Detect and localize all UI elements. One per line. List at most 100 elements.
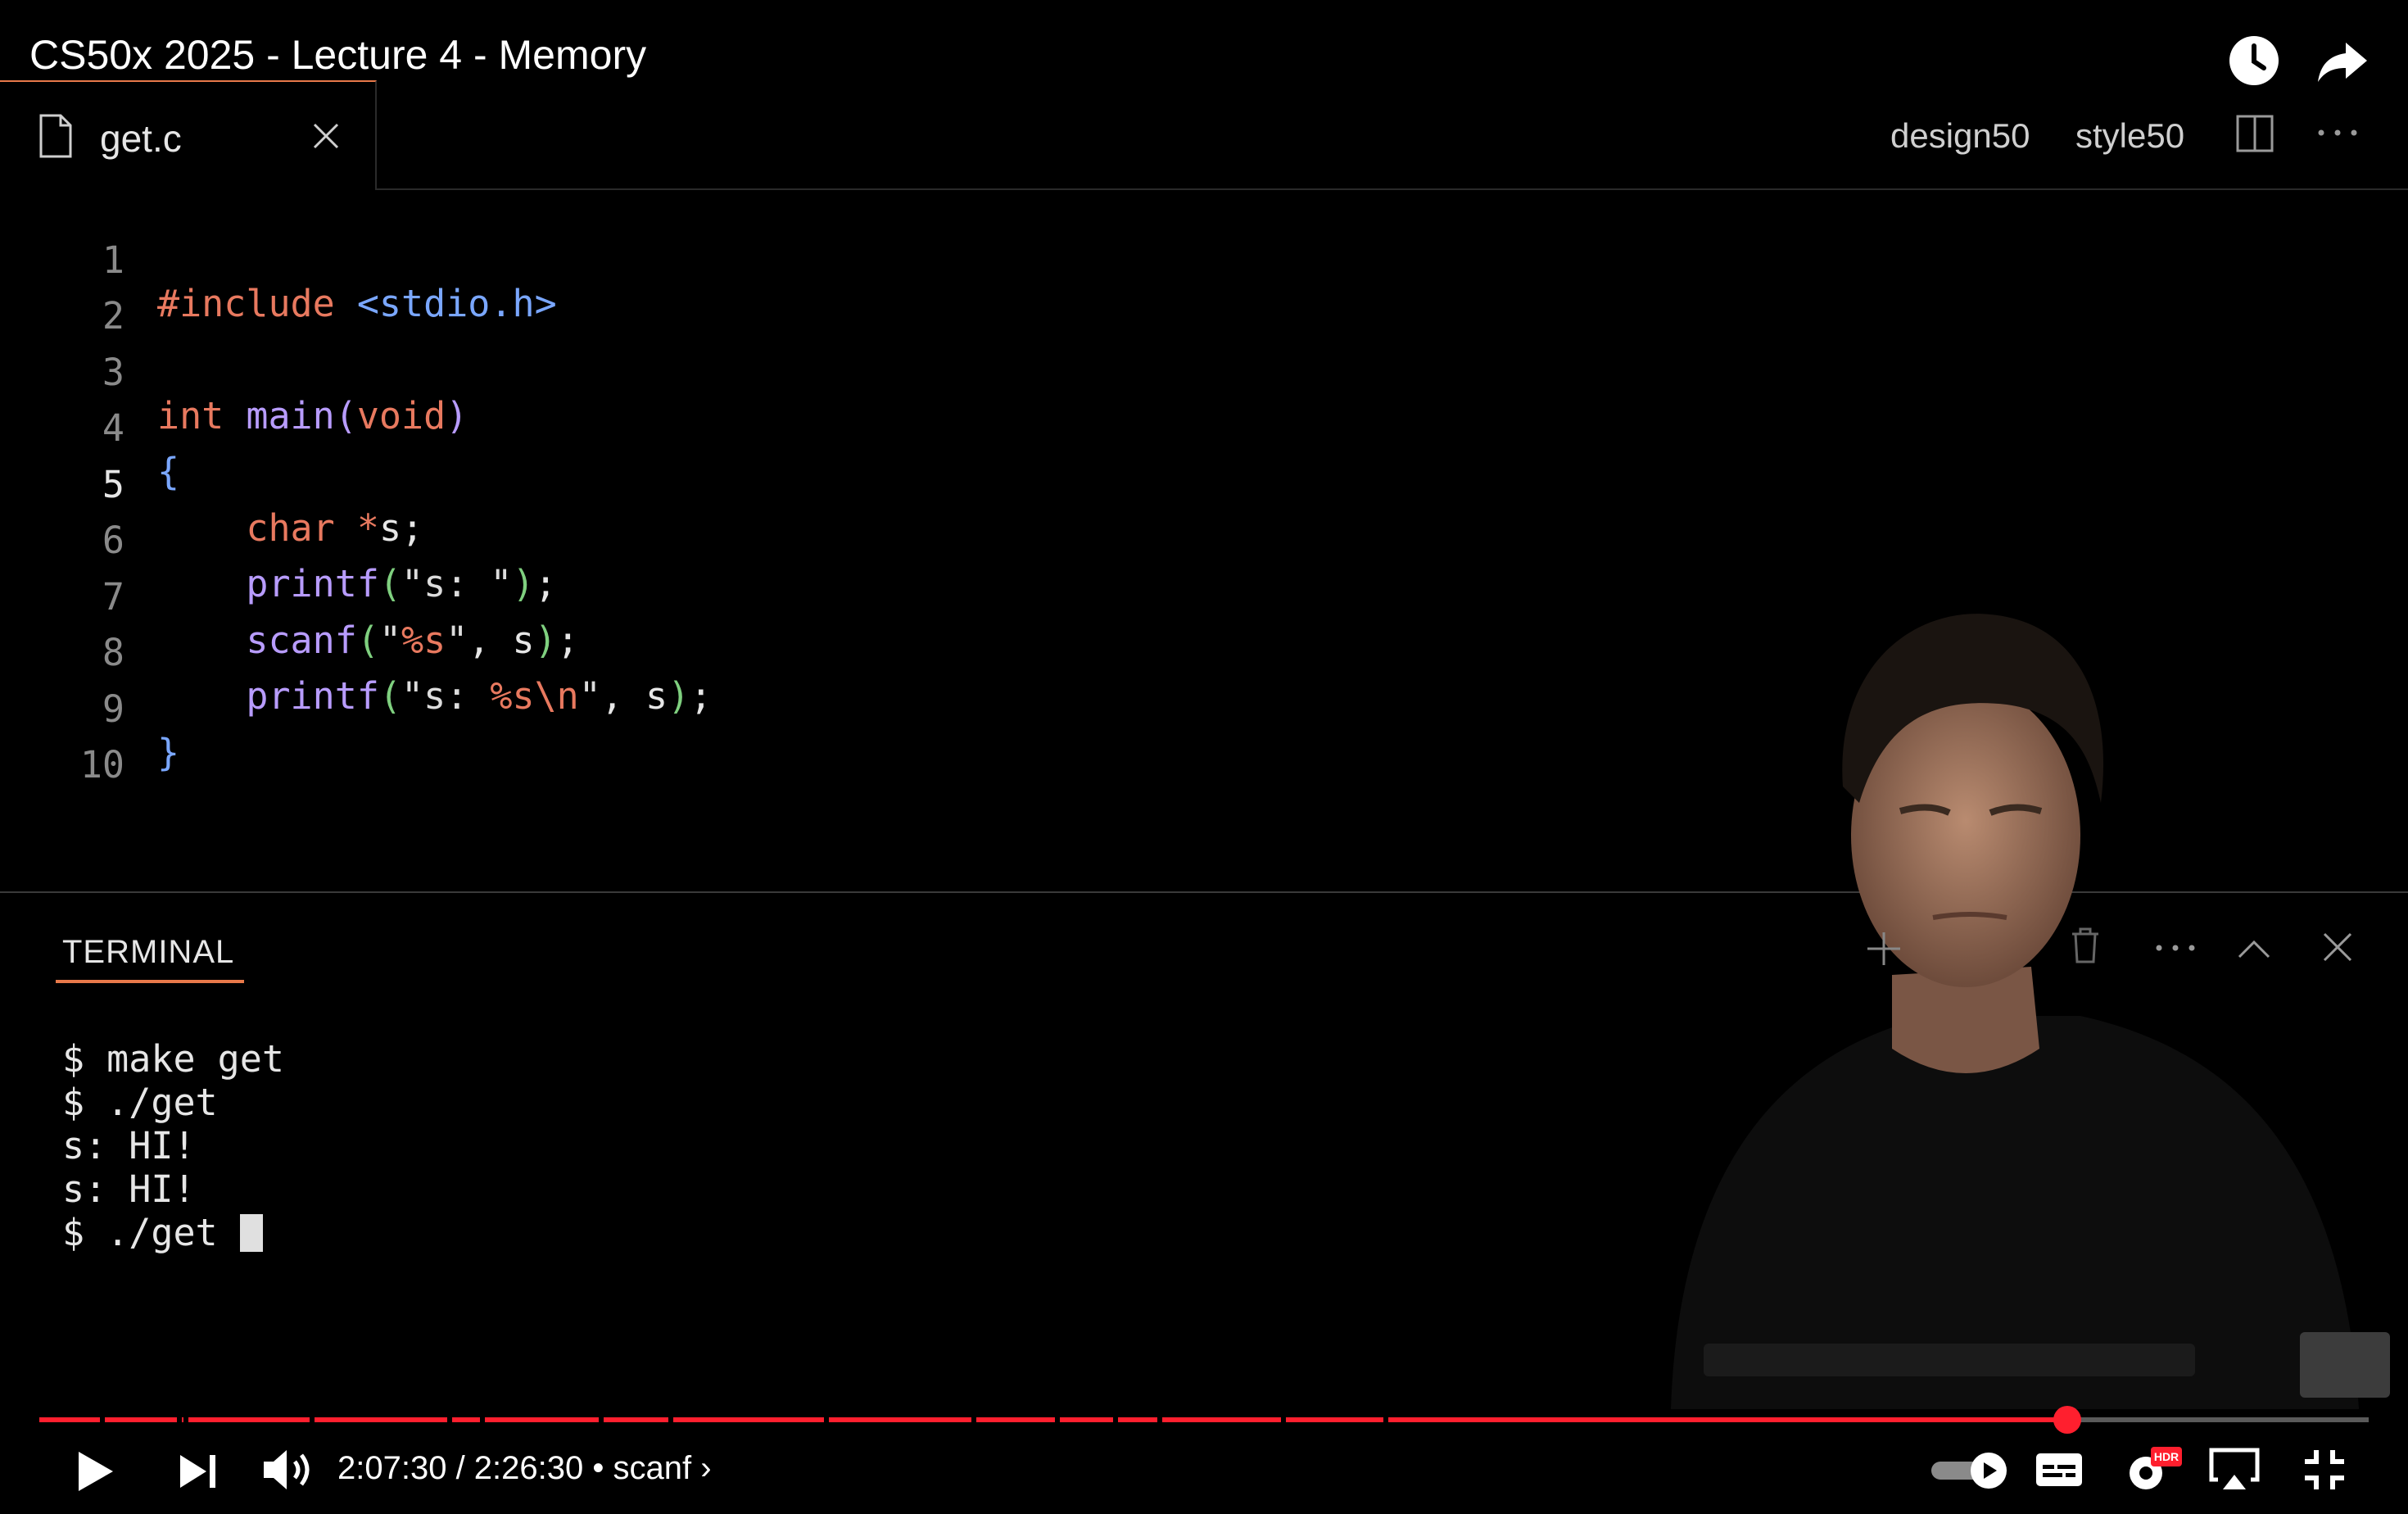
time-current-duration: 2:07:30 / 2:26:30 <box>337 1450 584 1486</box>
semicolon: ; <box>690 674 713 718</box>
chapter-gap <box>971 1416 976 1424</box>
airplay-icon[interactable] <box>2208 1447 2261 1493</box>
function-call: scanf <box>246 619 357 662</box>
code-line-4: 4 { <box>0 363 179 493</box>
terminal-line: $ make get <box>62 1037 284 1081</box>
terminal-line: $ ./get <box>62 1081 218 1124</box>
settings-button[interactable]: HDR <box>2121 1444 2184 1494</box>
terminal-prompt-line: $ ./get <box>62 1211 284 1254</box>
chapter-gap <box>1113 1416 1119 1424</box>
code-line-8: 8 printf("s: %s\n", s); <box>0 587 712 718</box>
storyboard-thumbnail <box>2300 1332 2390 1398</box>
line-number: 10 <box>79 743 124 786</box>
paren: ( <box>378 562 402 605</box>
chapter-gap <box>446 1416 452 1424</box>
chapter-gap <box>668 1416 673 1424</box>
code-line-7: 7 scanf("%s", s); <box>0 532 579 662</box>
chevron-up-icon[interactable] <box>2236 932 2272 965</box>
type-keyword: char <box>246 506 335 550</box>
string-literal: "s: " <box>401 562 513 605</box>
semicolon: ; <box>556 619 579 662</box>
play-icon[interactable] <box>74 1448 116 1494</box>
chapter-gap <box>1383 1416 1388 1424</box>
terminal-output[interactable]: $ make get $ ./get s: HI! s: HI! $ ./get <box>62 1037 284 1254</box>
paren: ) <box>534 619 557 662</box>
chapter-gap <box>1157 1416 1163 1424</box>
more-icon[interactable] <box>2313 116 2362 149</box>
brace: { <box>157 450 180 493</box>
editor-tab-bar: get.c design50 style50 <box>0 80 2408 190</box>
chapter-title-button[interactable]: • scanf › <box>592 1450 711 1486</box>
identifier: s; <box>378 506 424 550</box>
paren: ( <box>378 674 402 718</box>
style50-button[interactable]: style50 <box>2075 116 2184 156</box>
code-line-10: 10 <box>0 700 124 786</box>
paren: ) <box>668 674 690 718</box>
chapter-gap <box>176 1416 182 1424</box>
next-icon[interactable] <box>177 1452 220 1491</box>
subtitles-icon[interactable] <box>2035 1452 2084 1488</box>
close-icon[interactable] <box>2321 931 2354 963</box>
string-literal: "s: <box>401 674 491 718</box>
code-line-9: 9 } <box>0 644 179 774</box>
code-line-3: 3 int main(void) <box>0 307 468 437</box>
presenter-video <box>1671 614 2359 1409</box>
arguments: , s <box>468 619 535 662</box>
terminal-line: s: HI! <box>62 1167 196 1211</box>
plus-icon[interactable] <box>1864 929 1903 968</box>
terminal-line: $ ./get <box>62 1211 240 1254</box>
quote: " <box>378 619 402 662</box>
code-line-5: 5 char *s; <box>0 419 423 550</box>
settings-icon: HDR <box>2130 1447 2182 1489</box>
terminal-cursor <box>239 1214 263 1252</box>
quote: " <box>446 619 468 662</box>
function-name: main <box>246 394 335 437</box>
format-specifier: %s\n <box>490 674 579 718</box>
split-editor-icon[interactable] <box>2236 115 2274 152</box>
quote: " <box>578 674 601 718</box>
semicolon: ; <box>534 562 557 605</box>
chapter-gap <box>99 1416 105 1424</box>
paren: ( <box>356 619 379 662</box>
terminal-line: s: HI! <box>62 1124 196 1167</box>
tab-label: get.c <box>100 117 182 160</box>
code-line-1: 1 #include <stdio.h> <box>0 195 557 325</box>
chapter-gap <box>309 1416 315 1424</box>
video-title[interactable]: CS50x 2025 - Lecture 4 - Memory <box>29 31 646 79</box>
paren: ) <box>446 394 468 437</box>
code-line-6: 6 printf("s: "); <box>0 475 557 605</box>
active-tab-indicator <box>56 980 244 983</box>
paren: ) <box>512 562 535 605</box>
include-directive: #include <box>157 282 335 325</box>
more-icon[interactable] <box>2152 936 2198 960</box>
tab-get-c[interactable]: get.c <box>0 80 377 190</box>
tab-terminal[interactable]: TERMINAL <box>62 934 234 971</box>
chapter-gap <box>1280 1416 1286 1424</box>
chapter-gap <box>1054 1416 1060 1424</box>
progress-scrubber[interactable] <box>2053 1406 2081 1434</box>
chapter-gap <box>183 1416 189 1424</box>
type-keyword: int <box>157 394 224 437</box>
pointer-star: * <box>356 506 379 550</box>
design50-button[interactable]: design50 <box>1890 116 2030 156</box>
chapter-gap <box>598 1416 604 1424</box>
function-call: printf <box>246 674 379 718</box>
trash-icon[interactable] <box>2069 926 2102 965</box>
void-keyword: void <box>356 394 446 437</box>
volume-icon[interactable] <box>260 1447 315 1493</box>
brace: } <box>157 731 180 774</box>
hdr-badge: HDR <box>2154 1450 2179 1463</box>
file-icon <box>39 114 72 158</box>
progress-played <box>39 1417 2067 1422</box>
chapter-gap <box>479 1416 485 1424</box>
paren: ( <box>334 394 357 437</box>
exit-fullscreen-icon[interactable] <box>2302 1447 2347 1493</box>
format-specifier: %s <box>401 619 446 662</box>
header-name: <stdio.h> <box>356 282 557 325</box>
chapter-gap <box>824 1416 830 1424</box>
arguments: , s <box>600 674 668 718</box>
time-display: 2:07:30 / 2:26:30 • scanf › <box>337 1450 712 1487</box>
function-call: printf <box>246 562 379 605</box>
close-icon[interactable] <box>311 121 341 151</box>
autoplay-icon[interactable] <box>1930 1450 2012 1491</box>
